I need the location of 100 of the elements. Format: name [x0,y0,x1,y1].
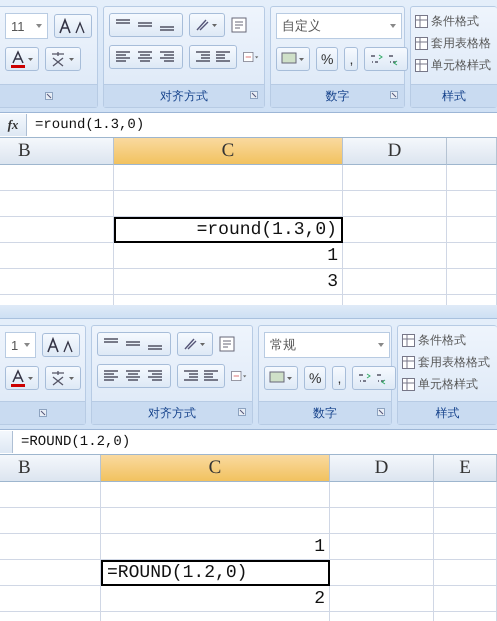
font-size-field[interactable]: 11 [5,13,48,39]
number-format-field[interactable]: 自定义 [276,13,402,39]
merge-cells-icon [231,368,247,384]
orientation-button[interactable] [189,13,225,37]
font-color-button[interactable] [5,366,39,390]
decimal-buttons[interactable] [352,366,396,390]
number-format-field[interactable]: 常规 [264,332,390,358]
table-cell[interactable] [0,586,101,612]
table-cell[interactable] [0,269,114,295]
currency-button[interactable] [276,47,310,71]
font-color-button[interactable] [5,47,39,71]
table-cell[interactable] [343,217,447,243]
column-header[interactable]: B [0,138,114,165]
horizontal-align-buttons[interactable] [109,45,183,69]
style-menu-item[interactable]: 条件格式 [415,10,493,32]
comma-button[interactable]: , [344,47,358,71]
table-cell[interactable] [434,560,497,586]
table-style-icon [415,58,428,72]
group-label: 对齐方式 [148,404,196,422]
table-cell[interactable] [330,560,434,586]
table-cell[interactable] [0,243,114,269]
style-menu-item[interactable]: 单元格样式 [415,54,493,76]
table-cell[interactable] [343,243,447,269]
column-header[interactable]: B [0,455,101,482]
formula-text: =ROUND(1.2,0) [20,434,130,450]
table-cell[interactable] [447,191,497,217]
table-cell[interactable] [330,534,434,560]
indent-buttons[interactable] [189,45,237,69]
table-cell[interactable] [330,508,434,534]
column-header[interactable] [447,138,497,165]
dropdown-icon [390,24,396,28]
horizontal-align-buttons[interactable] [97,364,171,388]
style-menu-item[interactable]: 条件格式 [402,329,493,351]
table-cell[interactable] [343,269,447,295]
table-cell[interactable] [101,508,330,534]
dropdown-icon [378,343,384,347]
table-cell[interactable]: =ROUND(1.2,0) [101,560,330,586]
vertical-align-buttons[interactable] [97,332,171,356]
table-cell[interactable] [330,586,434,612]
table-cell[interactable] [0,191,114,217]
table-cell[interactable] [434,586,497,612]
table-cell[interactable]: =round(1.3,0) [114,217,343,243]
table-cell[interactable] [114,165,343,191]
font-size-buttons[interactable] [54,14,92,38]
style-menu-item[interactable]: 单元格样式 [402,373,493,395]
column-header[interactable]: C [101,455,330,482]
column-header[interactable]: D [330,455,434,482]
phonetic-icon [50,50,76,68]
phonetic-icon [50,369,76,387]
table-cell[interactable] [434,534,497,560]
phonetic-button[interactable] [45,366,81,390]
orientation-button[interactable] [177,332,213,356]
group-label: 数字 [313,404,337,422]
table-cell[interactable] [0,217,114,243]
dialog-launcher-icon [377,408,385,416]
group-label: 样式 [442,88,466,104]
column-header[interactable]: E [434,455,497,482]
font-color-icon [10,50,34,68]
percent-button[interactable]: % [304,366,326,390]
indent-icon [194,50,232,64]
percent-button[interactable]: % [316,47,338,71]
currency-button[interactable] [264,366,298,390]
decimal-buttons[interactable] [364,47,408,71]
style-menu-item[interactable]: 套用表格格式 [402,351,493,373]
table-cell[interactable]: 1 [114,243,343,269]
table-cell[interactable] [343,191,447,217]
table-cell[interactable] [0,508,101,534]
style-menu-item[interactable]: 套用表格格 [415,32,493,54]
table-cell[interactable]: 1 [101,534,330,560]
table-cell[interactable] [0,534,101,560]
table-cell[interactable]: 2 [101,586,330,612]
table-cell[interactable] [0,165,114,191]
table-cell[interactable] [434,508,497,534]
font-size-field[interactable]: 1 [5,332,36,358]
table-cell[interactable] [0,482,101,508]
column-header[interactable]: D [343,138,447,165]
insert-function-button[interactable]: fx [0,114,27,136]
orientation-icon [194,18,220,32]
table-style-icon [415,36,428,50]
table-cell[interactable] [343,165,447,191]
font-size-buttons[interactable] [42,333,80,357]
table-cell[interactable]: 3 [114,269,343,295]
table-cell[interactable] [447,269,497,295]
table-cell[interactable] [447,217,497,243]
vertical-align-buttons[interactable] [109,13,183,37]
table-style-icon [402,334,415,346]
table-cell[interactable] [330,482,434,508]
comma-button[interactable]: , [332,366,346,390]
table-cell[interactable] [0,560,101,586]
table-cell[interactable] [101,482,330,508]
table-cell[interactable] [114,191,343,217]
column-header[interactable]: C [114,138,343,165]
table-cell[interactable] [447,243,497,269]
indent-buttons[interactable] [177,364,225,388]
formula-bar[interactable]: =ROUND(1.2,0) [0,430,497,455]
insert-function-button[interactable] [0,431,13,453]
table-cell[interactable] [447,165,497,191]
formula-bar[interactable]: fx =round(1.3,0) [0,113,497,138]
phonetic-button[interactable] [45,47,81,71]
table-cell[interactable] [434,482,497,508]
